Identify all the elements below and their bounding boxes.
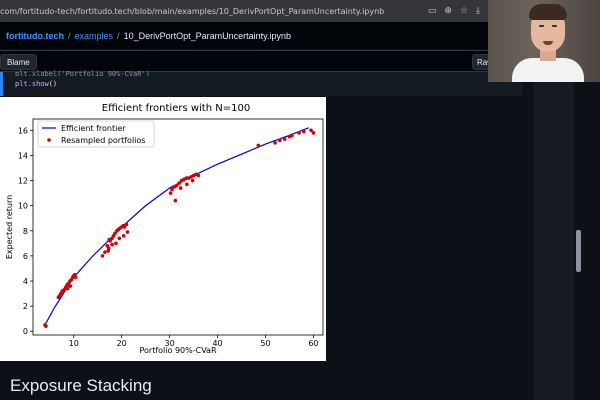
y-tick-label: 2	[23, 302, 28, 311]
presenter-eye	[539, 25, 544, 27]
blame-button[interactable]: Blame	[0, 54, 37, 70]
resampled-point	[44, 324, 48, 329]
resampled-point	[256, 143, 261, 148]
x-tick-label: 10	[69, 339, 79, 348]
resampled-point	[278, 138, 282, 143]
resampled-point	[290, 133, 294, 138]
presenter-hair	[529, 4, 567, 20]
download-icon[interactable]: ⤓	[476, 6, 480, 16]
y-tick-label: 0	[23, 327, 28, 336]
resampled-point	[302, 129, 306, 134]
chart-title: Efficient frontiers with N=100	[102, 103, 250, 114]
resampled-point	[110, 242, 114, 247]
y-tick-label: 4	[23, 277, 28, 286]
file-toolbar: Blame Raw	[0, 50, 498, 72]
resampled-point	[68, 284, 73, 288]
chart: Efficient frontiers with N=100 10 20 30 40 5…	[5, 103, 324, 361]
resampled-point	[103, 250, 107, 254]
x-tick-label: 50	[260, 339, 270, 348]
resampled-point	[117, 236, 122, 241]
y-tick-label: 12	[18, 177, 28, 186]
code-function: plt.show	[15, 80, 49, 88]
star-icon[interactable]: ☆	[460, 6, 468, 16]
resampled-point	[125, 230, 130, 234]
code-line: plt.xlabel('Portfolio 90%-CVaR')	[15, 70, 150, 76]
resampled-point	[100, 254, 105, 258]
breadcrumb-separator: /	[117, 30, 120, 41]
resampled-point	[106, 249, 111, 253]
scrollbar-thumb[interactable]	[576, 230, 581, 272]
resampled-point	[65, 286, 70, 291]
resampled-point	[107, 237, 112, 242]
zoom-icon[interactable]: ⊕	[444, 6, 452, 16]
file-name: 10_DerivPortOpt_ParamUncertainty.ipynb	[123, 30, 291, 41]
webcam-overlay	[488, 0, 600, 82]
y-tick-label: 16	[18, 126, 28, 135]
legend-dot-swatch	[47, 138, 51, 142]
repo-owner-link[interactable]: fortitudo.tech	[6, 31, 64, 41]
browser-address-bar: com/fortitudo-tech/fortitudo.tech/blob/m…	[0, 0, 488, 22]
plot-area	[32, 118, 324, 336]
screen-cast-icon[interactable]: ▭	[428, 6, 437, 16]
folder-link[interactable]: examples	[75, 31, 114, 41]
resampled-point	[273, 141, 277, 145]
code-args: ()	[48, 80, 58, 88]
y-tick-label: 6	[23, 252, 28, 261]
y-axis-label: Expected return	[5, 195, 14, 259]
resampled-point	[173, 198, 178, 203]
x-tick-label: 20	[117, 339, 127, 348]
breadcrumb: fortitudo.tech / examples / 10_DerivPort…	[0, 22, 488, 49]
resampled-point	[73, 275, 78, 280]
legend-label-resampled: Resampled portfolios	[61, 136, 145, 145]
y-tick-label: 8	[23, 227, 28, 236]
resampled-point	[185, 182, 189, 187]
resampled-point	[114, 241, 118, 246]
side-panel	[534, 72, 574, 400]
browser-icons: ▭ ⊕ ☆ ⤓	[428, 6, 488, 16]
code-line: plt.show()	[15, 80, 522, 88]
y-tick-label: 14	[18, 151, 28, 160]
resampled-point	[124, 222, 129, 227]
breadcrumb-separator: /	[68, 30, 71, 41]
y-tick-label: 10	[18, 202, 28, 211]
presenter-shirt	[512, 58, 584, 82]
legend: Efficient frontier Resampled portfolios	[37, 120, 155, 148]
resampled-point	[168, 191, 173, 195]
resampled-point	[282, 137, 287, 141]
resampled-point	[178, 186, 183, 190]
url-text[interactable]: com/fortitudo-tech/fortitudo.tech/blob/m…	[0, 7, 428, 16]
x-tick-label: 60	[308, 339, 318, 348]
resampled-point	[311, 131, 316, 135]
plot-output: Efficient frontiers with N=100 10 20 30 40 5…	[0, 97, 326, 361]
code-cell: plt.xlabel('Portfolio 90%-CVaR') plt.sho…	[0, 70, 522, 96]
section-heading: Exposure Stacking	[10, 376, 152, 395]
x-axis-label: Portfolio 90%-CVaR	[139, 346, 216, 355]
presenter-eye	[552, 25, 557, 27]
resampled-point	[121, 233, 126, 238]
resampled-point	[297, 131, 301, 135]
legend-label-frontier: Efficient frontier	[61, 124, 126, 133]
resampled-point	[190, 178, 195, 183]
resampled-point	[196, 173, 201, 178]
